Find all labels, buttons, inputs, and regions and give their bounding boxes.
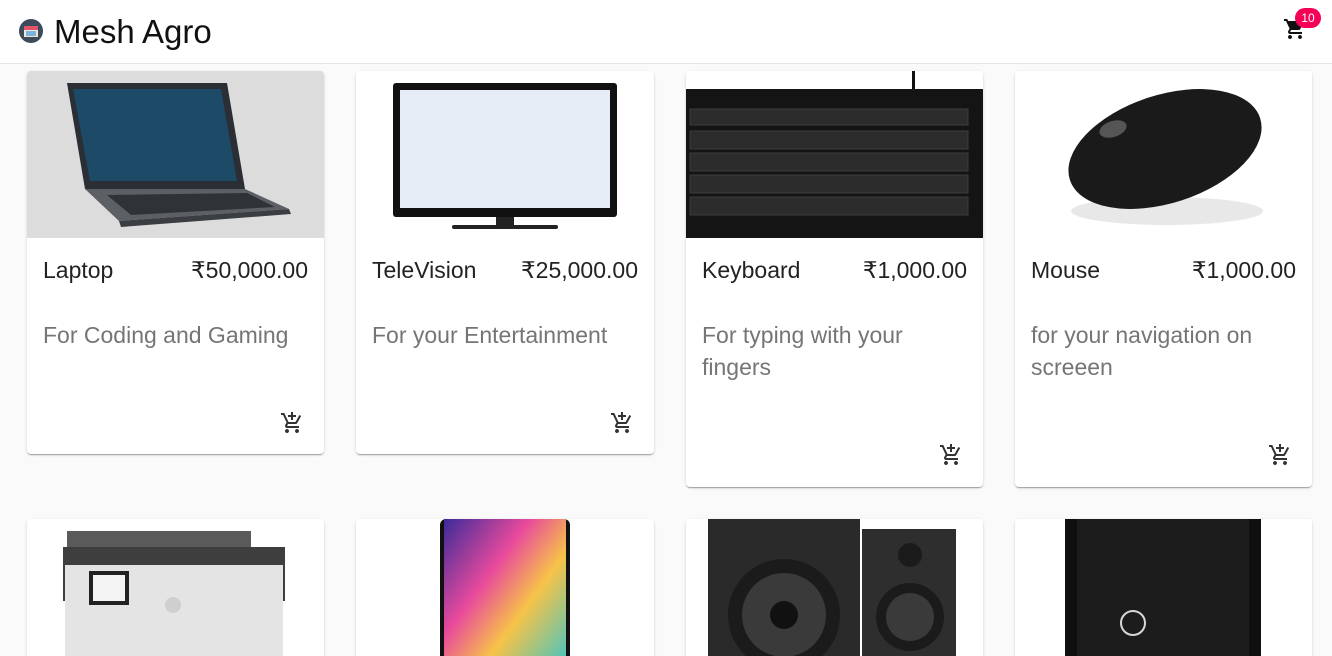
product-name: Mouse — [1031, 257, 1101, 283]
product-image-smartphone — [356, 519, 653, 656]
product-image-speakers — [686, 519, 983, 656]
product-name: Keyboard — [702, 257, 801, 283]
product-card-keyboard[interactable]: Keyboard ₹1,000.00 For typing with your … — [686, 71, 983, 487]
product-name: Laptop — [43, 257, 114, 283]
product-card-smartphone[interactable] — [356, 519, 654, 656]
app-title: Mesh Agro — [54, 13, 212, 50]
product-card-desktop-tower[interactable] — [1015, 519, 1312, 656]
product-image-keyboard — [686, 71, 983, 238]
product-price: ₹1,000.00 — [862, 257, 967, 283]
app-bar: Mesh Agro 10 — [0, 0, 1332, 64]
product-image-mouse — [1015, 71, 1312, 238]
product-card-television[interactable]: TeleVision ₹25,000.00 For your Entertain… — [356, 71, 654, 454]
store-logo-icon — [19, 19, 43, 43]
product-name: TeleVision — [372, 257, 477, 283]
cart-count-badge: 10 — [1295, 8, 1321, 28]
add-shopping-cart-icon[interactable] — [610, 411, 634, 435]
product-card-speakers[interactable] — [686, 519, 983, 656]
add-shopping-cart-icon[interactable] — [1268, 443, 1292, 467]
product-description: For typing with your fingers — [702, 322, 903, 380]
product-price: ₹50,000.00 — [191, 257, 308, 283]
product-image-desktop-tower — [1015, 519, 1312, 656]
add-shopping-cart-icon[interactable] — [939, 443, 963, 467]
product-description: For Coding and Gaming — [43, 322, 289, 348]
product-card-printer[interactable] — [27, 519, 324, 656]
product-image-television — [356, 71, 653, 238]
product-price: ₹25,000.00 — [521, 257, 638, 283]
product-card-laptop[interactable]: Laptop ₹50,000.00 For Coding and Gaming — [27, 71, 324, 454]
product-description: for your navigation on screeen — [1031, 322, 1253, 380]
product-description: For your Entertainment — [372, 322, 608, 348]
product-price: ₹1,000.00 — [1191, 257, 1296, 283]
add-shopping-cart-icon[interactable] — [280, 411, 304, 435]
product-card-mouse[interactable]: Mouse ₹1,000.00 for your navigation on s… — [1015, 71, 1312, 487]
product-image-printer — [27, 519, 324, 656]
product-image-laptop — [27, 71, 324, 238]
